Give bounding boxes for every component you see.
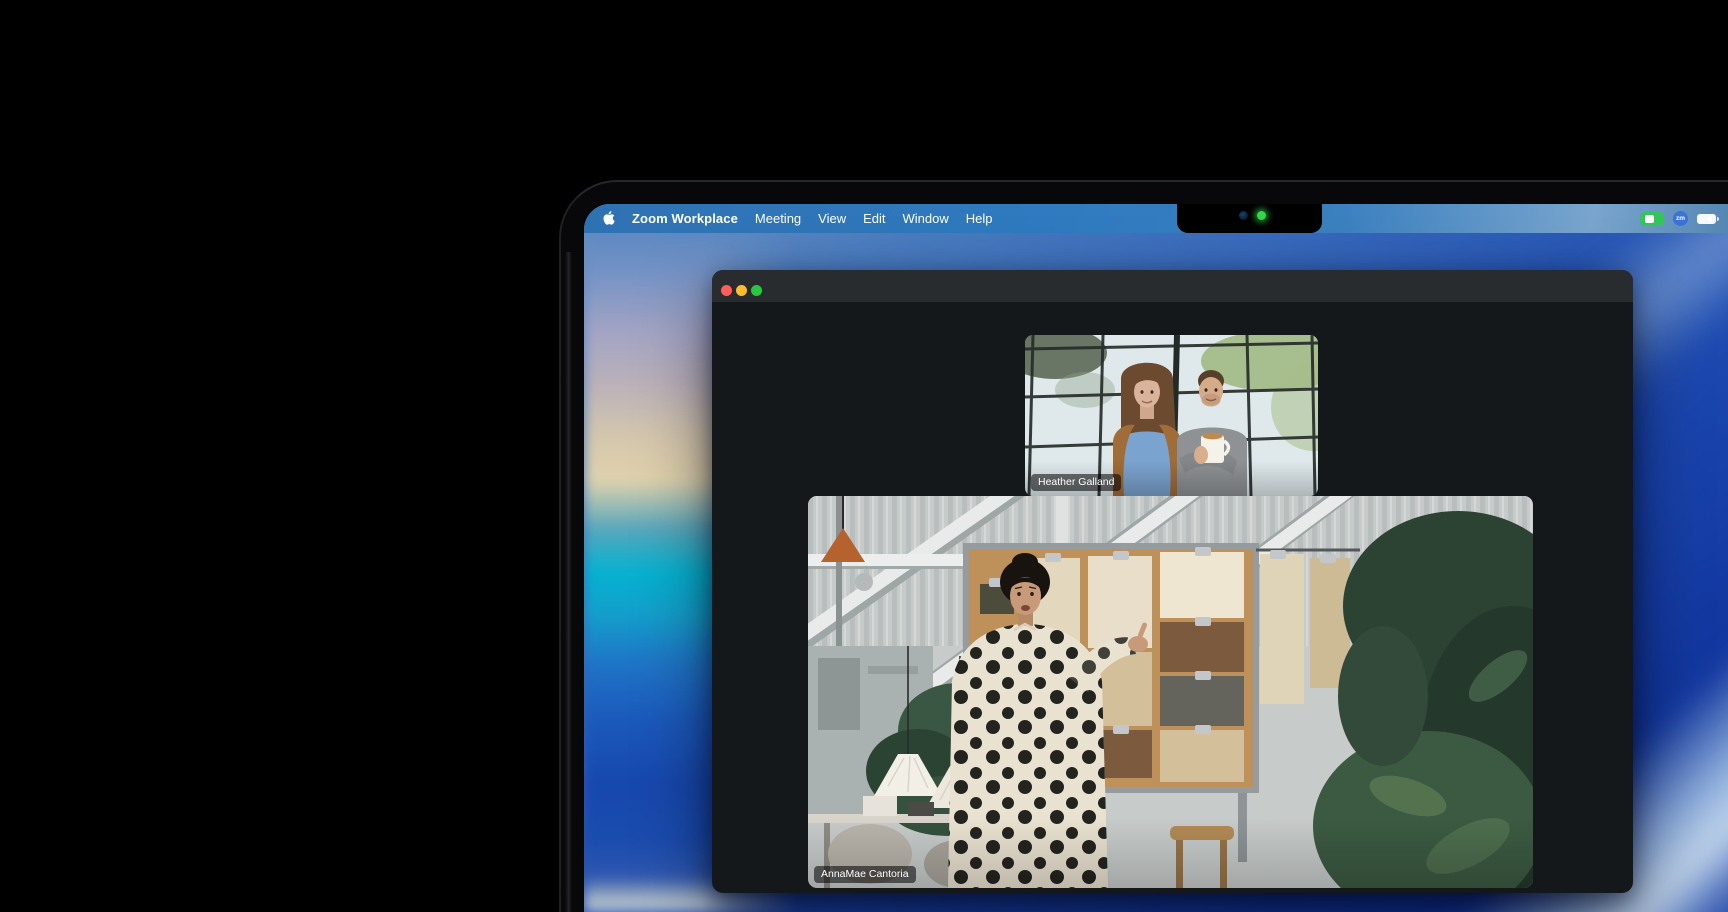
zoom-meeting-window: Heather Galland [712, 270, 1633, 893]
window-title-bar[interactable] [712, 270, 1633, 302]
menu-help[interactable]: Help [966, 211, 993, 226]
menu-window[interactable]: Window [903, 211, 949, 226]
menu-meeting[interactable]: Meeting [755, 211, 801, 226]
camera-status-light-icon [1257, 211, 1266, 220]
menu-app-name[interactable]: Zoom Workplace [632, 211, 738, 226]
camera-notch [1177, 204, 1322, 233]
macbook-edge-highlight [565, 252, 572, 912]
zoom-button[interactable] [751, 285, 762, 296]
apple-logo[interactable] [602, 211, 615, 226]
participant-name-label: AnnaMae Cantoria [814, 866, 916, 884]
video-tile-active-speaker[interactable]: AnnaMae Cantoria [808, 496, 1533, 888]
traffic-lights [721, 285, 762, 296]
macbook-screen: Zoom Workplace Meeting View Edit Window … [584, 204, 1728, 912]
camera-active-indicator-icon[interactable] [1640, 212, 1664, 226]
minimize-button[interactable] [736, 285, 747, 296]
camera-lens-icon [1239, 211, 1248, 220]
video-tile-thumbnail[interactable]: Heather Galland [1025, 335, 1318, 496]
battery-icon[interactable] [1697, 214, 1716, 224]
close-button[interactable] [721, 285, 732, 296]
participant-video-art-speaker [808, 496, 1533, 888]
screenshot-canvas: Zoom Workplace Meeting View Edit Window … [0, 0, 1728, 912]
menu-bar: Zoom Workplace Meeting View Edit Window … [584, 204, 1728, 233]
zoom-app-icon[interactable]: zm [1673, 211, 1688, 226]
participant-name-label: Heather Galland [1031, 474, 1121, 492]
menu-bar-left: Zoom Workplace Meeting View Edit Window … [584, 211, 993, 226]
video-camera-icon [1645, 215, 1659, 223]
participant-video-art-couple [1025, 335, 1318, 496]
menu-view[interactable]: View [818, 211, 846, 226]
menu-edit[interactable]: Edit [863, 211, 885, 226]
menu-bar-status: zm [1640, 211, 1728, 226]
